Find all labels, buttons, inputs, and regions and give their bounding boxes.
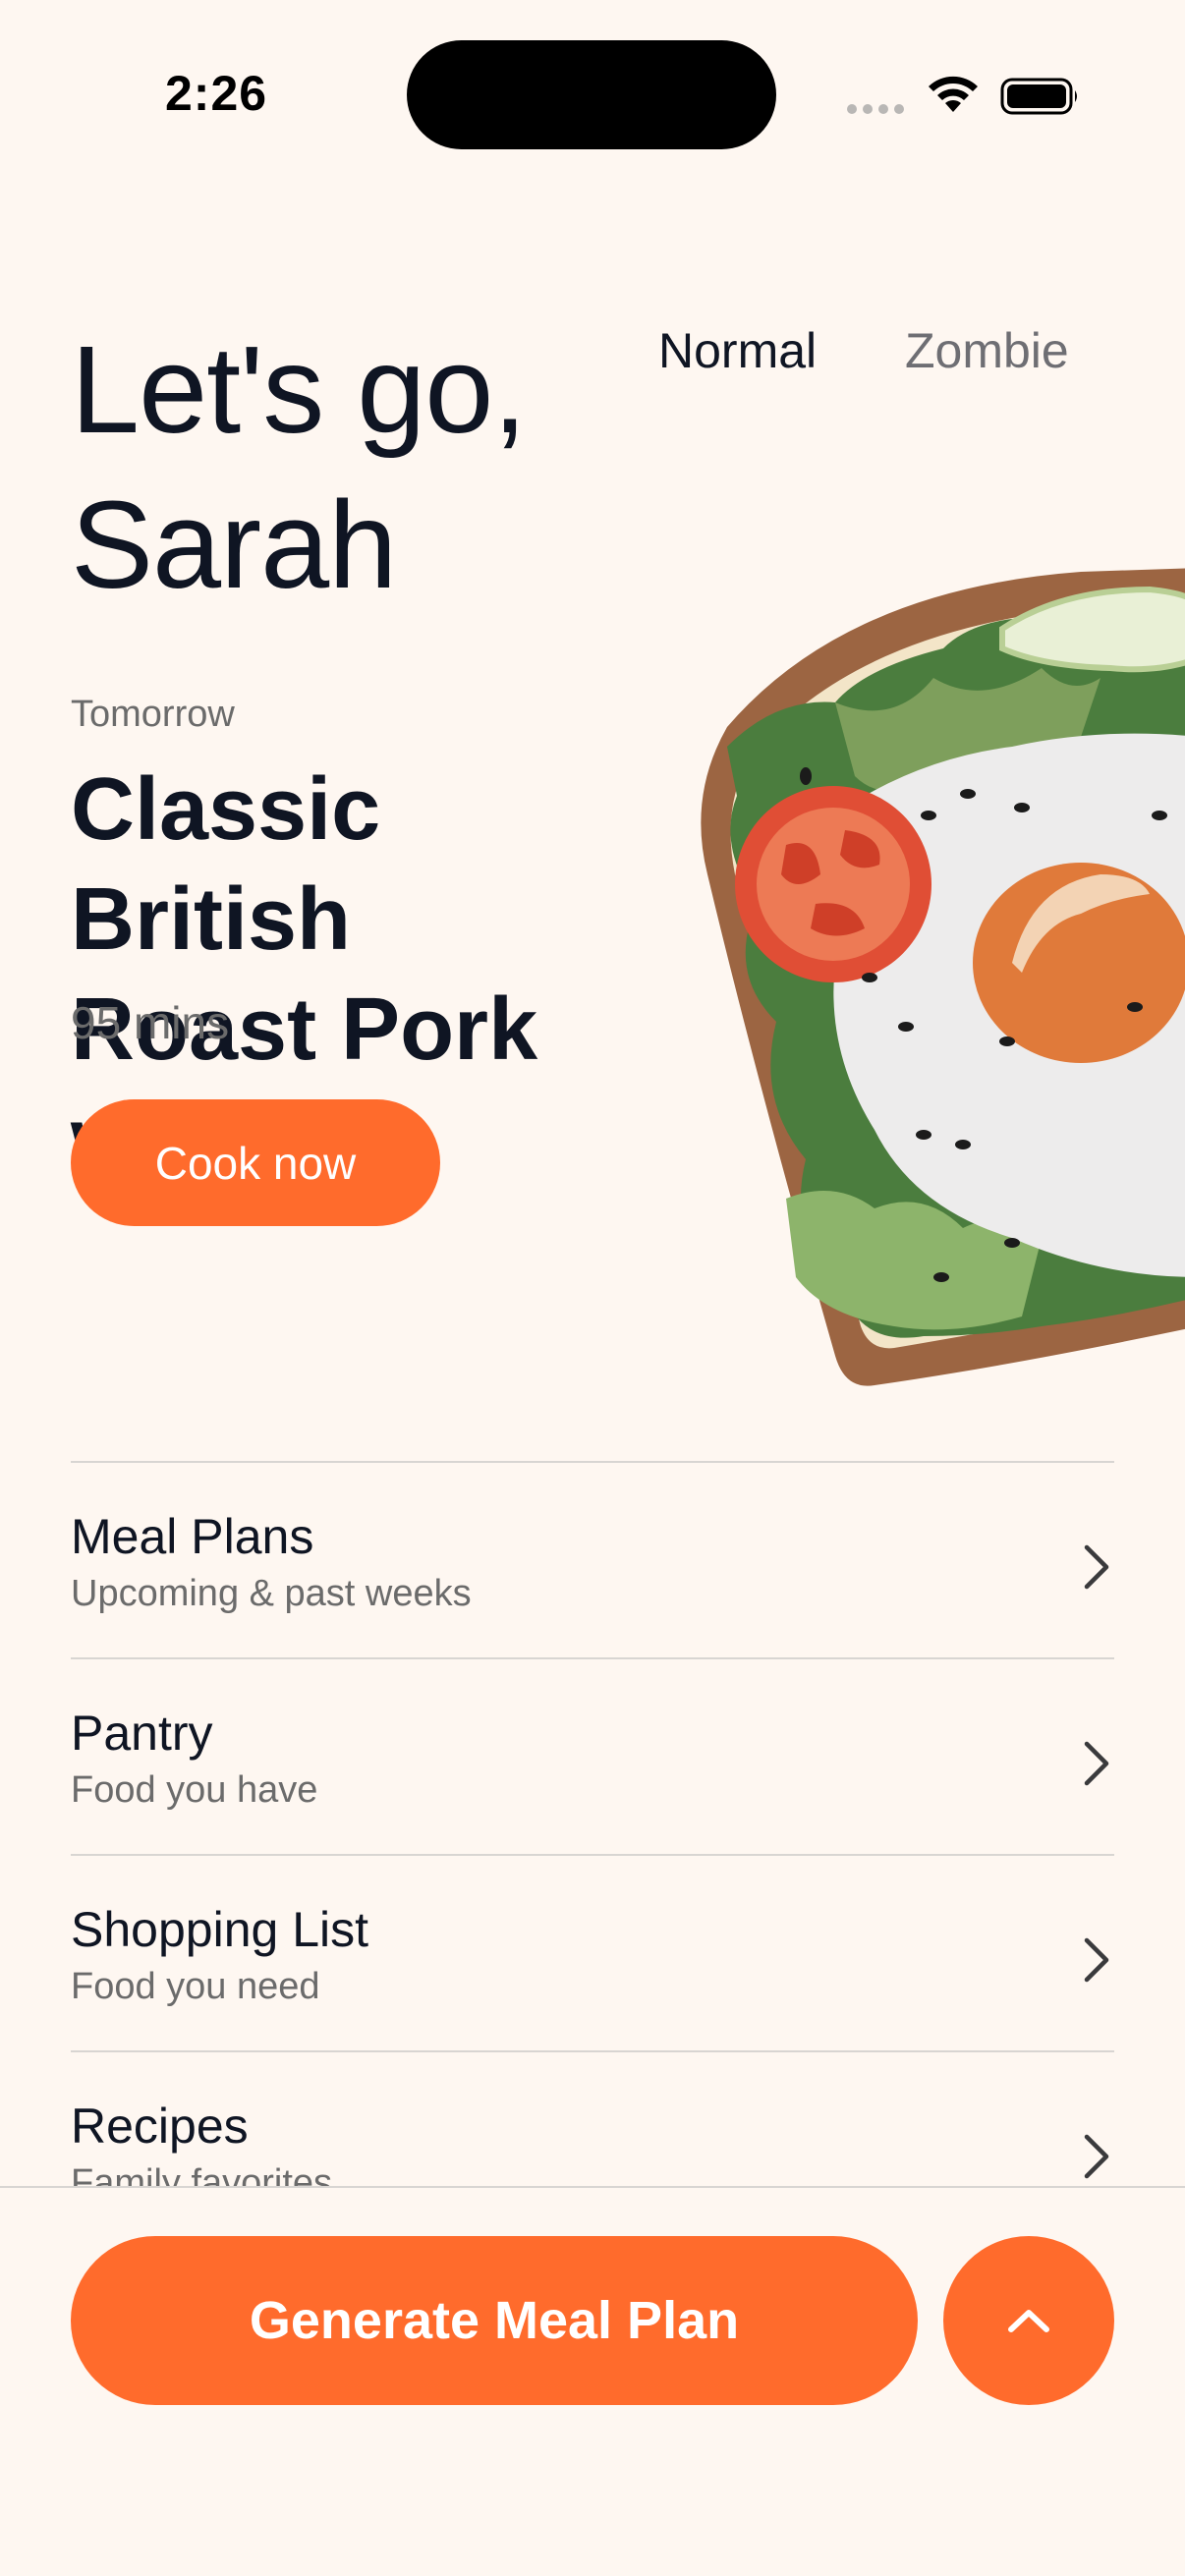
next-meal-duration: 95 mins xyxy=(71,997,230,1048)
menu-item-subtitle: Food you have xyxy=(71,1769,318,1811)
menu-item-subtitle: Upcoming & past weeks xyxy=(71,1573,472,1614)
mode-option-zombie[interactable]: Zombie xyxy=(905,322,1069,379)
menu-item-subtitle: Food you need xyxy=(71,1966,320,2007)
mode-toggle: Normal Zombie xyxy=(0,322,1185,391)
menu-item-shopping-list[interactable]: Shopping List Food you need xyxy=(71,1854,1114,2050)
chevron-right-icon xyxy=(1084,2134,1109,2179)
chevron-right-icon xyxy=(1084,1741,1109,1786)
menu-item-title: Recipes xyxy=(71,2099,249,2154)
navigation-menu: Meal Plans Upcoming & past weeks Pantry … xyxy=(71,1461,1114,2247)
cook-now-button[interactable]: Cook now xyxy=(71,1099,440,1226)
chevron-right-icon xyxy=(1084,1937,1109,1983)
meal-title-line-1: Classic British xyxy=(71,760,381,969)
next-meal-day: Tomorrow xyxy=(71,694,235,735)
chevron-right-icon xyxy=(1084,1544,1109,1590)
status-time: 2:26 xyxy=(165,66,268,121)
menu-item-title: Shopping List xyxy=(71,1902,369,1957)
menu-item-title: Pantry xyxy=(71,1706,213,1761)
battery-icon xyxy=(1000,78,1077,115)
cellular-signal-icon xyxy=(847,104,904,114)
expand-button[interactable] xyxy=(943,2236,1114,2405)
app-screen: 2:26 Let's go, Sarah Normal Zombie Tomor… xyxy=(0,0,1185,2576)
wifi-icon xyxy=(929,76,978,112)
mode-option-normal[interactable]: Normal xyxy=(658,322,817,379)
menu-item-pantry[interactable]: Pantry Food you have xyxy=(71,1657,1114,1854)
menu-item-title: Meal Plans xyxy=(71,1509,314,1564)
bottom-action-bar: Generate Meal Plan xyxy=(0,2186,1185,2576)
menu-item-meal-plans[interactable]: Meal Plans Upcoming & past weeks xyxy=(71,1461,1114,1657)
dynamic-island xyxy=(407,40,776,149)
avocado-toast-illustration xyxy=(701,568,1185,1386)
generate-meal-plan-button[interactable]: Generate Meal Plan xyxy=(71,2236,918,2405)
greeting-name: Sarah xyxy=(71,476,397,614)
chevron-up-icon xyxy=(1008,2310,1049,2332)
